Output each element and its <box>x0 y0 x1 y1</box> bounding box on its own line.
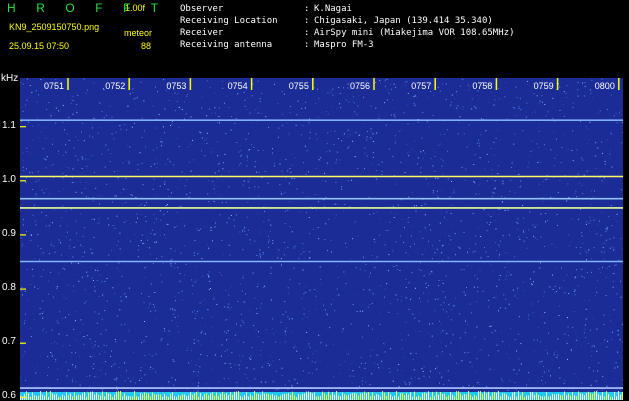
time-tick-label: 0754 <box>228 81 248 91</box>
frequency-tick-label: 0.8 <box>2 282 16 293</box>
info-value: K.Nagai <box>314 4 352 14</box>
info-row-antenna: Receiving antenna:Maspro FM-3 <box>180 39 514 51</box>
info-key: Receiving Location <box>180 15 304 27</box>
info-key: Receiver <box>180 27 304 39</box>
info-value: Chigasaki, Japan (139.414 35.340) <box>314 16 493 26</box>
info-value: Maspro FM-3 <box>314 40 374 50</box>
time-tick-label: 0758 <box>472 81 492 91</box>
frequency-unit-label: kHz <box>1 73 18 84</box>
frequency-tick-label: 0.7 <box>2 336 16 347</box>
info-separator: : <box>304 3 314 15</box>
frequency-tick-label: 0.9 <box>2 228 16 239</box>
frequency-tick-label: 1.1 <box>2 120 16 131</box>
info-key: Receiving antenna <box>180 39 304 51</box>
noise-speckle <box>20 78 623 400</box>
info-separator: : <box>304 27 314 39</box>
time-tick-label: 0759 <box>534 81 554 91</box>
observation-info: Observer:K.Nagai Receiving Location:Chig… <box>180 3 514 51</box>
meteor-label: meteor <box>124 28 152 38</box>
spectrogram-canvas <box>20 78 623 400</box>
info-row-receiver: Receiver:AirSpy mini (Miakejima VOR 108.… <box>180 27 514 39</box>
frequency-tick-label: 0.6 <box>2 390 16 401</box>
filename-label: KN9_2509150750.png <box>9 22 99 32</box>
bottom-noise-band <box>20 391 623 400</box>
time-tick-label: 0755 <box>289 81 309 91</box>
time-tick-label: 0757 <box>411 81 431 91</box>
time-tick-label: 0756 <box>350 81 370 91</box>
time-tick-label: 0800 <box>595 81 615 91</box>
info-separator: : <box>304 39 314 51</box>
time-tick-label: 0751 <box>44 81 64 91</box>
hrofft-window: H R O F F T 1.00f KN9_2509150750.png met… <box>0 0 629 400</box>
meteor-count: 88 <box>141 41 151 51</box>
frequency-tick-label: 1.0 <box>2 174 16 185</box>
info-value: AirSpy mini (Miakejima VOR 108.65MHz) <box>314 28 514 38</box>
info-row-location: Receiving Location:Chigasaki, Japan (139… <box>180 15 514 27</box>
info-separator: : <box>304 15 314 27</box>
spectrogram-plot <box>20 78 623 400</box>
datetime-label: 25.09.15 07:50 <box>9 41 69 51</box>
info-key: Observer <box>180 3 304 15</box>
info-row-observer: Observer:K.Nagai <box>180 3 514 15</box>
version-label: 1.00f <box>125 3 145 13</box>
time-tick-label: 0753 <box>166 81 186 91</box>
time-tick-label: 0752 <box>105 81 125 91</box>
